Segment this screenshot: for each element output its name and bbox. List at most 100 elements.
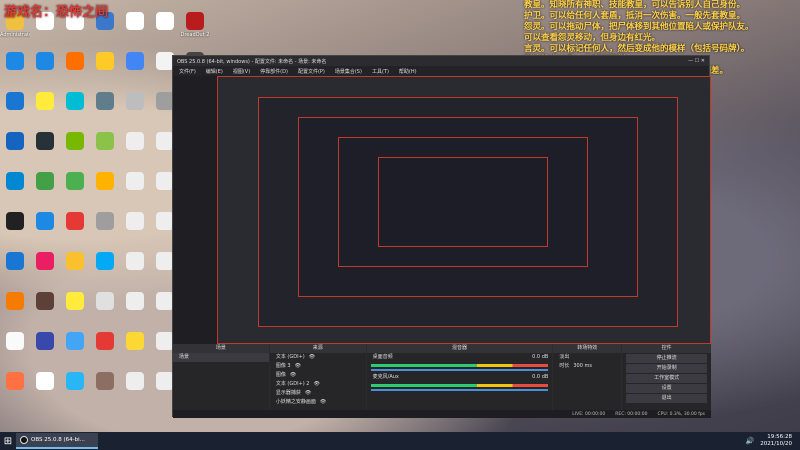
desktop-icon[interactable] bbox=[0, 248, 30, 288]
desktop-icon[interactable] bbox=[120, 248, 150, 288]
scene-item[interactable]: 场景 bbox=[173, 353, 269, 362]
menu-item[interactable]: 文件(F) bbox=[179, 68, 196, 75]
desktop-icon[interactable] bbox=[0, 208, 30, 248]
visibility-icon[interactable]: 👁 bbox=[295, 362, 301, 371]
menu-item[interactable]: 场景集合(S) bbox=[335, 68, 362, 75]
desktop-icon[interactable] bbox=[120, 128, 150, 168]
duration-input[interactable]: 300 ms bbox=[573, 362, 592, 371]
obs-preview[interactable] bbox=[217, 76, 711, 344]
desktop-icon[interactable] bbox=[0, 328, 30, 368]
obs-titlebar[interactable]: OBS 25.0.8 (64-bit, windows) - 配置文件: 未命名… bbox=[173, 56, 709, 66]
desktop-icon[interactable] bbox=[0, 128, 30, 168]
desktop-icon[interactable] bbox=[30, 368, 60, 408]
desktop-icon[interactable] bbox=[30, 208, 60, 248]
source-item[interactable]: 显示器捕获 👁 bbox=[270, 389, 366, 398]
note-line: 怨灵。可以拖动尸体，把尸体移到其他位置陷人或保护队友。 bbox=[524, 22, 754, 32]
desktop-icon[interactable] bbox=[60, 48, 90, 88]
source-item[interactable]: 图像 3 👁 bbox=[270, 362, 366, 371]
volume-slider[interactable] bbox=[370, 389, 549, 391]
desktop-icon[interactable] bbox=[0, 48, 30, 88]
desktop-icon[interactable] bbox=[60, 128, 90, 168]
visibility-icon[interactable]: 👁 bbox=[305, 389, 311, 398]
obs-window[interactable]: OBS 25.0.8 (64-bit, windows) - 配置文件: 未命名… bbox=[172, 55, 712, 418]
menu-item[interactable]: 编辑(E) bbox=[206, 68, 223, 75]
transitions-panel: 转场特效 淡出 时长 300 ms bbox=[553, 344, 622, 418]
desktop-icon[interactable] bbox=[30, 328, 60, 368]
source-item[interactable]: 图像 👁 bbox=[270, 371, 366, 380]
desktop-icon[interactable] bbox=[30, 88, 60, 128]
app-icon bbox=[96, 332, 114, 350]
desktop-icon[interactable] bbox=[120, 88, 150, 128]
note-line: 教皇。知晓所有神职、技能教皇，可以告诉别人自己身份。 bbox=[524, 0, 746, 10]
app-icon bbox=[36, 372, 54, 390]
desktop-icon[interactable] bbox=[120, 8, 150, 48]
desktop-icon[interactable] bbox=[60, 288, 90, 328]
desktop-icon[interactable] bbox=[90, 168, 120, 208]
desktop-icon[interactable] bbox=[30, 48, 60, 88]
desktop-icon[interactable] bbox=[120, 288, 150, 328]
desktop-icon[interactable] bbox=[90, 128, 120, 168]
desktop-icon[interactable] bbox=[60, 248, 90, 288]
desktop-icon[interactable] bbox=[60, 88, 90, 128]
desktop-icon[interactable] bbox=[30, 248, 60, 288]
volume-icon[interactable]: 🔊 bbox=[746, 437, 755, 445]
control-button[interactable]: 退出 bbox=[626, 394, 708, 403]
windows-start-icon[interactable]: ⊞ bbox=[0, 432, 16, 450]
source-item[interactable]: 文本 (GDI+) 2 👁 bbox=[270, 380, 366, 389]
volume-slider[interactable] bbox=[370, 369, 549, 371]
desktop-icon[interactable] bbox=[0, 368, 30, 408]
desktop-icon[interactable] bbox=[90, 288, 120, 328]
visibility-icon[interactable]: 👁 bbox=[290, 371, 296, 380]
transition-select[interactable]: 淡出 bbox=[553, 353, 621, 362]
desktop-icon[interactable] bbox=[90, 48, 120, 88]
menu-item[interactable]: 视图(V) bbox=[233, 68, 250, 75]
menu-item[interactable]: 帮助(H) bbox=[399, 68, 417, 75]
desktop-icon[interactable] bbox=[90, 248, 120, 288]
desktop-icon[interactable]: DreadOut 2 bbox=[180, 8, 210, 48]
desktop-icon[interactable] bbox=[60, 208, 90, 248]
desktop-icon[interactable] bbox=[120, 328, 150, 368]
control-button[interactable]: 停止推流 bbox=[626, 354, 708, 363]
window-controls[interactable]: — ☐ ✕ bbox=[688, 58, 705, 64]
control-button[interactable]: 设置 bbox=[626, 384, 708, 393]
visibility-icon[interactable]: 👁 bbox=[320, 398, 326, 407]
desktop-icon[interactable] bbox=[0, 288, 30, 328]
desktop-icon[interactable] bbox=[60, 368, 90, 408]
desktop-icon[interactable] bbox=[60, 168, 90, 208]
visibility-icon[interactable]: 👁 bbox=[309, 353, 315, 362]
visibility-icon[interactable]: 👁 bbox=[313, 380, 319, 389]
desktop-icon[interactable] bbox=[30, 128, 60, 168]
control-button[interactable]: 开始录制 bbox=[626, 364, 708, 373]
desktop-icon[interactable] bbox=[120, 48, 150, 88]
mixer-track-label: 麦克风/Aux 0.0 dB bbox=[367, 373, 553, 382]
app-icon bbox=[126, 172, 144, 190]
desktop-icon[interactable] bbox=[30, 288, 60, 328]
control-button[interactable]: 工作室模式 bbox=[626, 374, 708, 383]
desktop-icon[interactable] bbox=[0, 88, 30, 128]
menu-item[interactable]: 工具(T) bbox=[372, 68, 389, 75]
desktop-icon[interactable] bbox=[120, 208, 150, 248]
mixer-track-label: 桌面音频 0.0 dB bbox=[367, 353, 553, 362]
track-name: 麦克风/Aux bbox=[372, 374, 399, 380]
app-icon bbox=[36, 252, 54, 270]
desktop-icon[interactable] bbox=[90, 208, 120, 248]
note-line: 可以查看怨灵移动，但身边有红光。 bbox=[524, 33, 661, 43]
app-icon bbox=[96, 132, 114, 150]
desktop-icon[interactable] bbox=[90, 328, 120, 368]
desktop-icon[interactable] bbox=[150, 8, 180, 48]
app-icon bbox=[6, 372, 24, 390]
menu-item[interactable]: 配置文件(P) bbox=[298, 68, 325, 75]
clock[interactable]: 19:56:28 2021/10/20 bbox=[760, 434, 792, 448]
desktop-icon[interactable] bbox=[120, 168, 150, 208]
source-item[interactable]: 小妖精之安静画面 👁 bbox=[270, 398, 366, 407]
app-icon bbox=[6, 212, 24, 230]
desktop-icon[interactable] bbox=[120, 368, 150, 408]
source-item[interactable]: 文本 (GDI+) 👁 bbox=[270, 353, 366, 362]
desktop-icon[interactable] bbox=[90, 88, 120, 128]
taskbar-obs-button[interactable]: OBS 25.0.8 (64-bi... bbox=[16, 433, 98, 449]
desktop-icon[interactable] bbox=[0, 168, 30, 208]
menu-item[interactable]: 停靠部件(D) bbox=[260, 68, 288, 75]
desktop-icon[interactable] bbox=[30, 168, 60, 208]
desktop-icon[interactable] bbox=[60, 328, 90, 368]
desktop-icon[interactable] bbox=[90, 368, 120, 408]
